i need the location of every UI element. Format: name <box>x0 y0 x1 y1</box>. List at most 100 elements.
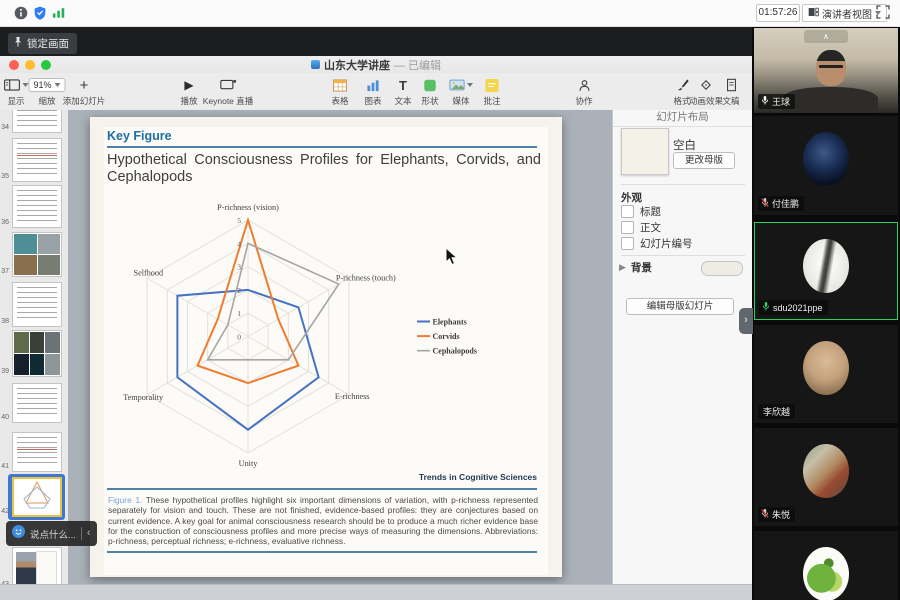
thumbnail-content <box>14 479 60 515</box>
slide-navigator: 34353637383940414243 <box>0 110 69 584</box>
checkbox[interactable] <box>621 205 634 218</box>
zoom-level[interactable]: 91% <box>28 78 65 92</box>
slide-thumbnail-36[interactable] <box>12 185 62 228</box>
toolbar-chart[interactable]: 图表 <box>364 76 381 107</box>
figure-caption-label: Figure 1. <box>108 495 146 505</box>
participant-video <box>782 87 878 113</box>
emoji-icon[interactable] <box>12 525 25 543</box>
toolbar-keynote-live[interactable]: Keynote 直播 <box>203 76 254 107</box>
chevron-down-icon <box>467 83 473 87</box>
sidebar-collapse-tab[interactable]: › <box>739 308 753 334</box>
slide-thumbnail-34[interactable] <box>12 110 62 133</box>
slide-thumbnail-41[interactable] <box>12 432 62 472</box>
participant-tile-sdu2021ppe[interactable]: sdu2021ppe <box>754 222 898 320</box>
mic-muted-icon <box>761 508 769 521</box>
slide-thumbnail-42[interactable] <box>12 477 62 517</box>
option-body[interactable]: 正文 <box>621 220 661 235</box>
collaborate-icon <box>575 76 592 94</box>
option-title[interactable]: 标题 <box>621 204 661 219</box>
media-icon <box>449 76 473 94</box>
edit-master-button[interactable]: 编辑母版幻灯片 <box>626 298 734 315</box>
slide-thumbnail-37[interactable] <box>12 232 62 277</box>
figure-caption-text: These hypothetical profiles highlight si… <box>108 495 538 546</box>
participant-name: sdu2021ppe <box>773 303 823 313</box>
view-icon <box>4 76 29 94</box>
toolbar-play[interactable]: ▶ 播放 <box>180 76 197 107</box>
slide-thumbnail-35[interactable] <box>12 138 62 182</box>
mouse-cursor <box>445 247 458 271</box>
toolbar-comment[interactable]: 批注 <box>483 76 500 107</box>
slide-thumbnail-39[interactable] <box>12 330 62 377</box>
participant-tile-朱悦[interactable]: 朱悦 <box>754 428 898 526</box>
appearance-heading: 外观 <box>621 190 642 205</box>
option-slide-number[interactable]: 幻灯片编号 <box>621 236 693 251</box>
scroll-up-button[interactable]: ∧ <box>804 30 848 43</box>
change-master-button[interactable]: 更改母版 <box>673 152 735 169</box>
slide-number: 41 <box>0 463 9 470</box>
radar-tick-label: 2 <box>237 286 241 295</box>
toolbar-shape[interactable]: 形状 <box>421 76 438 107</box>
animate-icon <box>689 76 723 94</box>
shield-icon[interactable] <box>33 6 47 20</box>
participant-name-tag: 付佳鹏 <box>758 196 804 211</box>
participant-tile-more[interactable]: ∨ <box>754 531 898 600</box>
pin-icon <box>13 36 23 51</box>
info-icon[interactable] <box>14 6 28 20</box>
participant-tile-王球[interactable]: 王球∧ <box>754 28 898 113</box>
thumbnail-content <box>17 388 57 418</box>
chevron-left-icon[interactable]: ‹ <box>87 528 91 539</box>
toolbar-table[interactable]: 表格 <box>331 76 348 107</box>
toolbar-animate[interactable]: 动画效果 <box>689 76 723 107</box>
participant-name-tag: 朱悦 <box>758 507 795 522</box>
chevron-down-icon <box>55 83 61 87</box>
slide-thumbnail-40[interactable] <box>12 383 62 423</box>
speaker-view-button[interactable]: 演讲者视图 <box>802 4 887 22</box>
toolbar-format[interactable]: 格式 <box>673 76 690 107</box>
thumbnail-content <box>17 287 57 322</box>
slide-number: 35 <box>0 173 9 180</box>
participant-tile-李欣越[interactable]: 李欣越 <box>754 325 898 423</box>
thumbnail-photo <box>38 234 61 254</box>
toolbar-view[interactable]: 显示 <box>4 76 29 107</box>
radar-axis-label: Selfhood <box>134 268 164 277</box>
radar-axis-label: P-richness (touch) <box>336 273 396 282</box>
signal-icon[interactable] <box>52 6 66 20</box>
play-icon: ▶ <box>180 76 197 94</box>
slide-thumbnail-43[interactable] <box>12 547 62 584</box>
divider <box>621 255 745 256</box>
slide-number: 42 <box>0 508 9 515</box>
toolbar-add-slide[interactable]: + 添加幻灯片 <box>63 76 106 107</box>
participant-tile-付佳鹏[interactable]: 付佳鹏 <box>754 116 898 215</box>
toolbar-collaborate[interactable]: 协作 <box>575 76 592 107</box>
format-brush-icon <box>673 76 690 94</box>
thumbnail-photo <box>14 354 29 375</box>
pin-screen-button[interactable]: 锁定画面 <box>8 33 77 54</box>
toolbar-media[interactable]: 媒体 <box>449 76 473 107</box>
keynote-toolbar: 显示 91% 缩放 + 添加幻灯片 ▶ 播放 Keynote 直播 表格 <box>0 73 752 111</box>
toolbar-text[interactable]: T 文本 <box>394 76 411 107</box>
speaker-view-icon <box>808 7 819 20</box>
meeting-topbar: 01:57:26 演讲者视图 <box>0 0 900 27</box>
checkbox[interactable] <box>621 237 634 250</box>
disclosure-icon[interactable]: ▶ <box>619 262 626 273</box>
participants-sidebar: 王球∧ 付佳鹏 sdu2021ppe 李欣越朱悦 ∨ <box>752 26 900 600</box>
toolbar-zoom[interactable]: 91% 缩放 <box>28 76 65 107</box>
pin-label: 锁定画面 <box>27 36 69 51</box>
master-slide-thumbnail[interactable] <box>621 128 669 175</box>
keynote-live-icon <box>203 76 254 94</box>
slide: Key Figure Hypothetical Consciousness Pr… <box>90 117 562 577</box>
slide-thumbnail-38[interactable] <box>12 282 62 327</box>
background-row[interactable]: ▶ 背景 <box>619 260 652 275</box>
toolbar-document[interactable]: 文稿 <box>722 76 739 107</box>
document-icon <box>722 76 739 94</box>
fullscreen-icon[interactable] <box>876 5 891 20</box>
radar-axis-label: P-richness (vision) <box>217 203 279 212</box>
radar-tick-label: 4 <box>237 239 241 248</box>
checkbox[interactable] <box>621 221 634 234</box>
journal-name: Trends in Cognitive Sciences <box>419 472 537 482</box>
chat-placeholder[interactable]: 说点什么... <box>30 527 76 541</box>
keynote-bottom-bar <box>0 584 752 600</box>
chat-quick-input[interactable]: 说点什么... ‹ <box>6 521 97 546</box>
background-color-well[interactable] <box>701 261 743 276</box>
chart-icon <box>364 76 381 94</box>
